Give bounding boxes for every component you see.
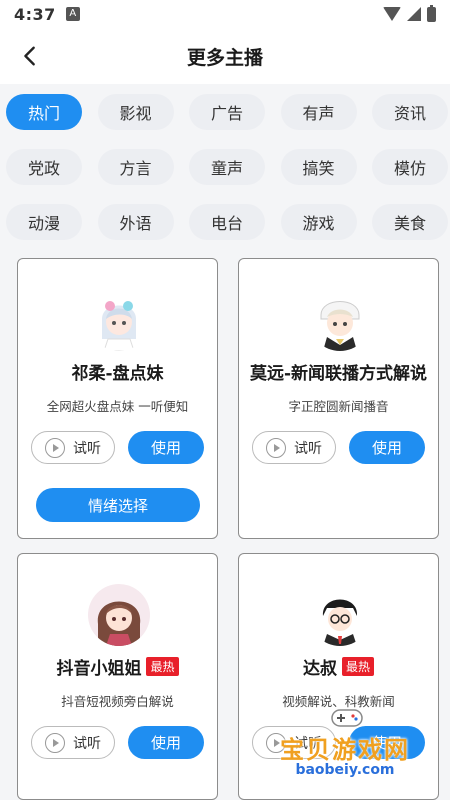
tab-politics[interactable]: 党政 <box>6 149 82 185</box>
tab-games[interactable]: 游戏 <box>280 204 357 240</box>
gamepad-icon <box>331 709 363 727</box>
status-bar: 4:37 A <box>0 0 450 28</box>
use-button[interactable]: 使用 <box>128 726 204 759</box>
top-bar: 更多主播 <box>0 28 450 84</box>
anchor-name: 莫远-新闻联播方式解说 <box>249 364 428 384</box>
play-icon <box>45 732 65 753</box>
wifi-icon <box>383 7 401 21</box>
tab-radio[interactable]: 电台 <box>189 204 265 240</box>
emotion-select-button[interactable]: 情绪选择 <box>36 488 200 522</box>
listen-label: 试听 <box>73 440 101 457</box>
back-button[interactable] <box>16 42 44 70</box>
hot-badge: 最热 <box>341 657 374 676</box>
tab-dialect[interactable]: 方言 <box>97 149 174 185</box>
anchor-name: 达叔 <box>302 659 337 679</box>
anchor-card: 祁柔-盘点妹 全网超火盘点妹 一听便知 试听 使用 情绪选择 <box>17 258 218 539</box>
category-tabs: 热门 影视 广告 有声 资讯 党政 方言 童声 搞笑 模仿 动漫 外语 电台 游… <box>6 94 448 240</box>
listen-label: 试听 <box>294 440 322 457</box>
watermark-text: 宝贝游戏网 <box>280 736 410 764</box>
tab-foreign[interactable]: 外语 <box>97 204 174 240</box>
tab-film[interactable]: 影视 <box>97 94 174 130</box>
watermark-url: baobeiy.com <box>295 762 395 778</box>
tab-news[interactable]: 资讯 <box>372 94 448 130</box>
tab-imitation[interactable]: 模仿 <box>372 149 448 185</box>
tab-food[interactable]: 美食 <box>372 204 448 240</box>
play-icon <box>45 437 65 458</box>
anchor-name: 抖音小姐姐 <box>56 659 142 679</box>
tab-ads[interactable]: 广告 <box>189 94 265 130</box>
anchor-desc: 抖音短视频旁白解说 <box>61 694 174 709</box>
page-title: 更多主播 <box>186 46 263 69</box>
avatar <box>309 289 371 351</box>
use-button[interactable]: 使用 <box>128 431 204 464</box>
status-time: 4:37 <box>14 4 56 24</box>
chevron-left-icon <box>24 46 35 66</box>
tab-hot[interactable]: 热门 <box>6 94 82 130</box>
anchor-card: 莫远-新闻联播方式解说 字正腔圆新闻播音 试听 使用 <box>238 258 439 539</box>
use-button[interactable]: 使用 <box>349 431 425 464</box>
watermark: 宝贝游戏网 baobeiy.com <box>270 706 420 778</box>
battery-icon <box>427 4 436 22</box>
tab-audiobook[interactable]: 有声 <box>280 94 357 130</box>
anchor-desc: 全网超火盘点妹 一听便知 <box>46 399 189 414</box>
listen-button[interactable]: 试听 <box>252 431 336 464</box>
tab-funny[interactable]: 搞笑 <box>280 149 357 185</box>
sim-icon: A <box>65 7 80 21</box>
play-icon <box>266 437 286 458</box>
avatar <box>88 289 150 351</box>
anchor-desc: 字正腔圆新闻播音 <box>288 399 389 414</box>
anchor-card: 抖音小姐姐 最热 抖音短视频旁白解说 试听 使用 <box>17 553 218 800</box>
signal-icon <box>407 7 421 21</box>
tab-anime[interactable]: 动漫 <box>6 204 82 240</box>
avatar <box>309 584 371 646</box>
tab-child-voice[interactable]: 童声 <box>189 149 265 185</box>
avatar <box>88 584 150 646</box>
listen-label: 试听 <box>73 735 101 752</box>
anchor-name: 祁柔-盘点妹 <box>71 364 164 384</box>
hot-badge: 最热 <box>146 657 179 676</box>
listen-button[interactable]: 试听 <box>31 431 115 464</box>
listen-button[interactable]: 试听 <box>31 726 115 759</box>
